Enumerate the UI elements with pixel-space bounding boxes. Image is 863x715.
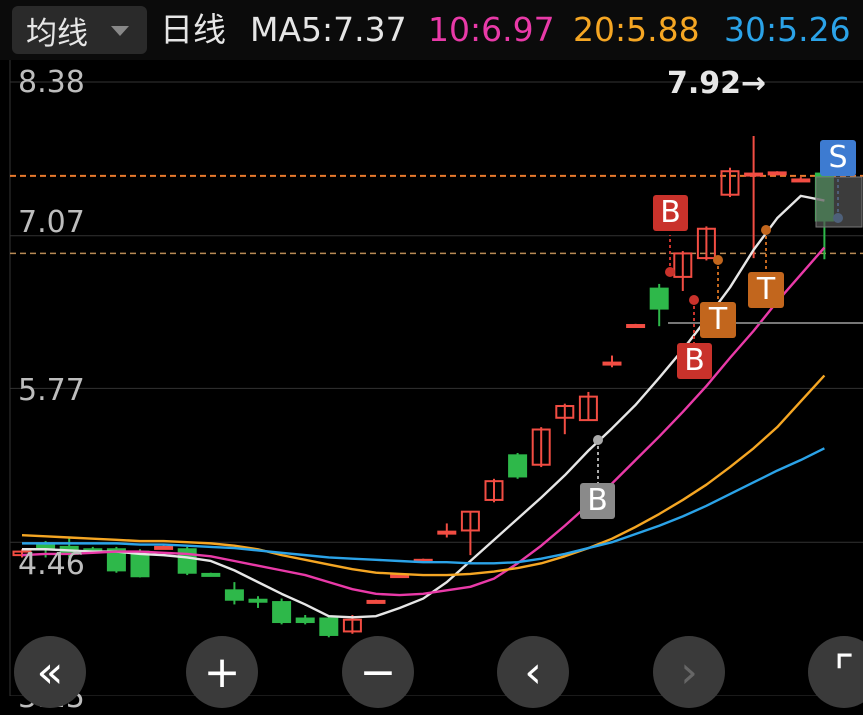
fullscreen-icon: ⌜ xyxy=(833,646,855,698)
price-axis-label: 7.07 xyxy=(18,205,85,240)
price-axis-label: 4.46 xyxy=(18,547,85,582)
ma-line-30 xyxy=(22,447,825,565)
buy-marker-stem-dot xyxy=(593,435,603,445)
sell-highlight-box xyxy=(815,176,863,228)
period-label: 日线 xyxy=(160,10,226,49)
candle-body xyxy=(248,598,268,603)
ma5-value: MA5:7.37 xyxy=(250,10,407,49)
candle-body xyxy=(272,601,292,624)
candle-body xyxy=(744,172,764,177)
t-marker[interactable]: T xyxy=(748,272,784,308)
rewind-button[interactable]: « xyxy=(14,636,86,708)
buy-marker-stem-dot xyxy=(689,295,699,305)
buy-marker[interactable]: B xyxy=(677,343,712,379)
indicator-selector[interactable]: 均线 xyxy=(12,6,147,54)
candle-body xyxy=(366,599,386,604)
buy-marker[interactable]: B xyxy=(653,195,688,231)
next-button[interactable]: › xyxy=(653,636,725,708)
chevron-left-icon: ‹ xyxy=(524,646,542,698)
max-price-annotation: 7.92→ xyxy=(667,66,767,101)
candle-body xyxy=(649,287,669,310)
candle-body xyxy=(437,530,457,535)
candle-body xyxy=(201,572,221,577)
plus-icon: + xyxy=(203,646,241,698)
indicator-header: 均线 日线 MA5:7.37 10:6.97 20:5.88 30:5.26 xyxy=(0,0,863,60)
candle-body xyxy=(508,454,528,478)
ma20-value: 20:5.88 xyxy=(573,10,700,49)
kline-canvas xyxy=(9,60,863,696)
price-axis-label: 5.77 xyxy=(18,373,85,408)
zoom-out-button[interactable]: − xyxy=(342,636,414,708)
previous-button[interactable]: ‹ xyxy=(497,636,569,708)
sell-marker[interactable]: S xyxy=(820,140,856,176)
chevron-down-icon xyxy=(111,26,129,36)
buy-marker[interactable]: B xyxy=(580,483,615,519)
t-marker-stem-dot xyxy=(761,225,771,235)
minus-icon: − xyxy=(359,646,397,698)
indicator-selector-label: 均线 xyxy=(26,15,88,52)
price-axis-label: 8.38 xyxy=(18,65,85,100)
candle-body xyxy=(626,324,646,329)
candle-body xyxy=(767,171,787,176)
candle-body xyxy=(154,545,174,550)
ma10-value: 10:6.97 xyxy=(428,10,555,49)
candle-body xyxy=(319,617,339,636)
double-chevron-left-icon: « xyxy=(36,646,64,698)
t-marker-stem-dot xyxy=(713,255,723,265)
t-marker[interactable]: T xyxy=(700,302,736,338)
ma30-value: 30:5.26 xyxy=(724,10,851,49)
candle-body xyxy=(602,361,622,366)
chevron-right-icon: › xyxy=(680,646,698,698)
ma-line-10 xyxy=(21,246,826,597)
zoom-in-button[interactable]: + xyxy=(186,636,258,708)
kline-chart[interactable]: 8.38 7.07 5.77 4.46 3.15 7.92→ B B B T T… xyxy=(0,60,863,715)
buy-marker-stem-dot xyxy=(665,267,675,277)
candle-body xyxy=(224,589,244,601)
candle-body xyxy=(791,178,811,183)
candle-body xyxy=(295,617,315,624)
